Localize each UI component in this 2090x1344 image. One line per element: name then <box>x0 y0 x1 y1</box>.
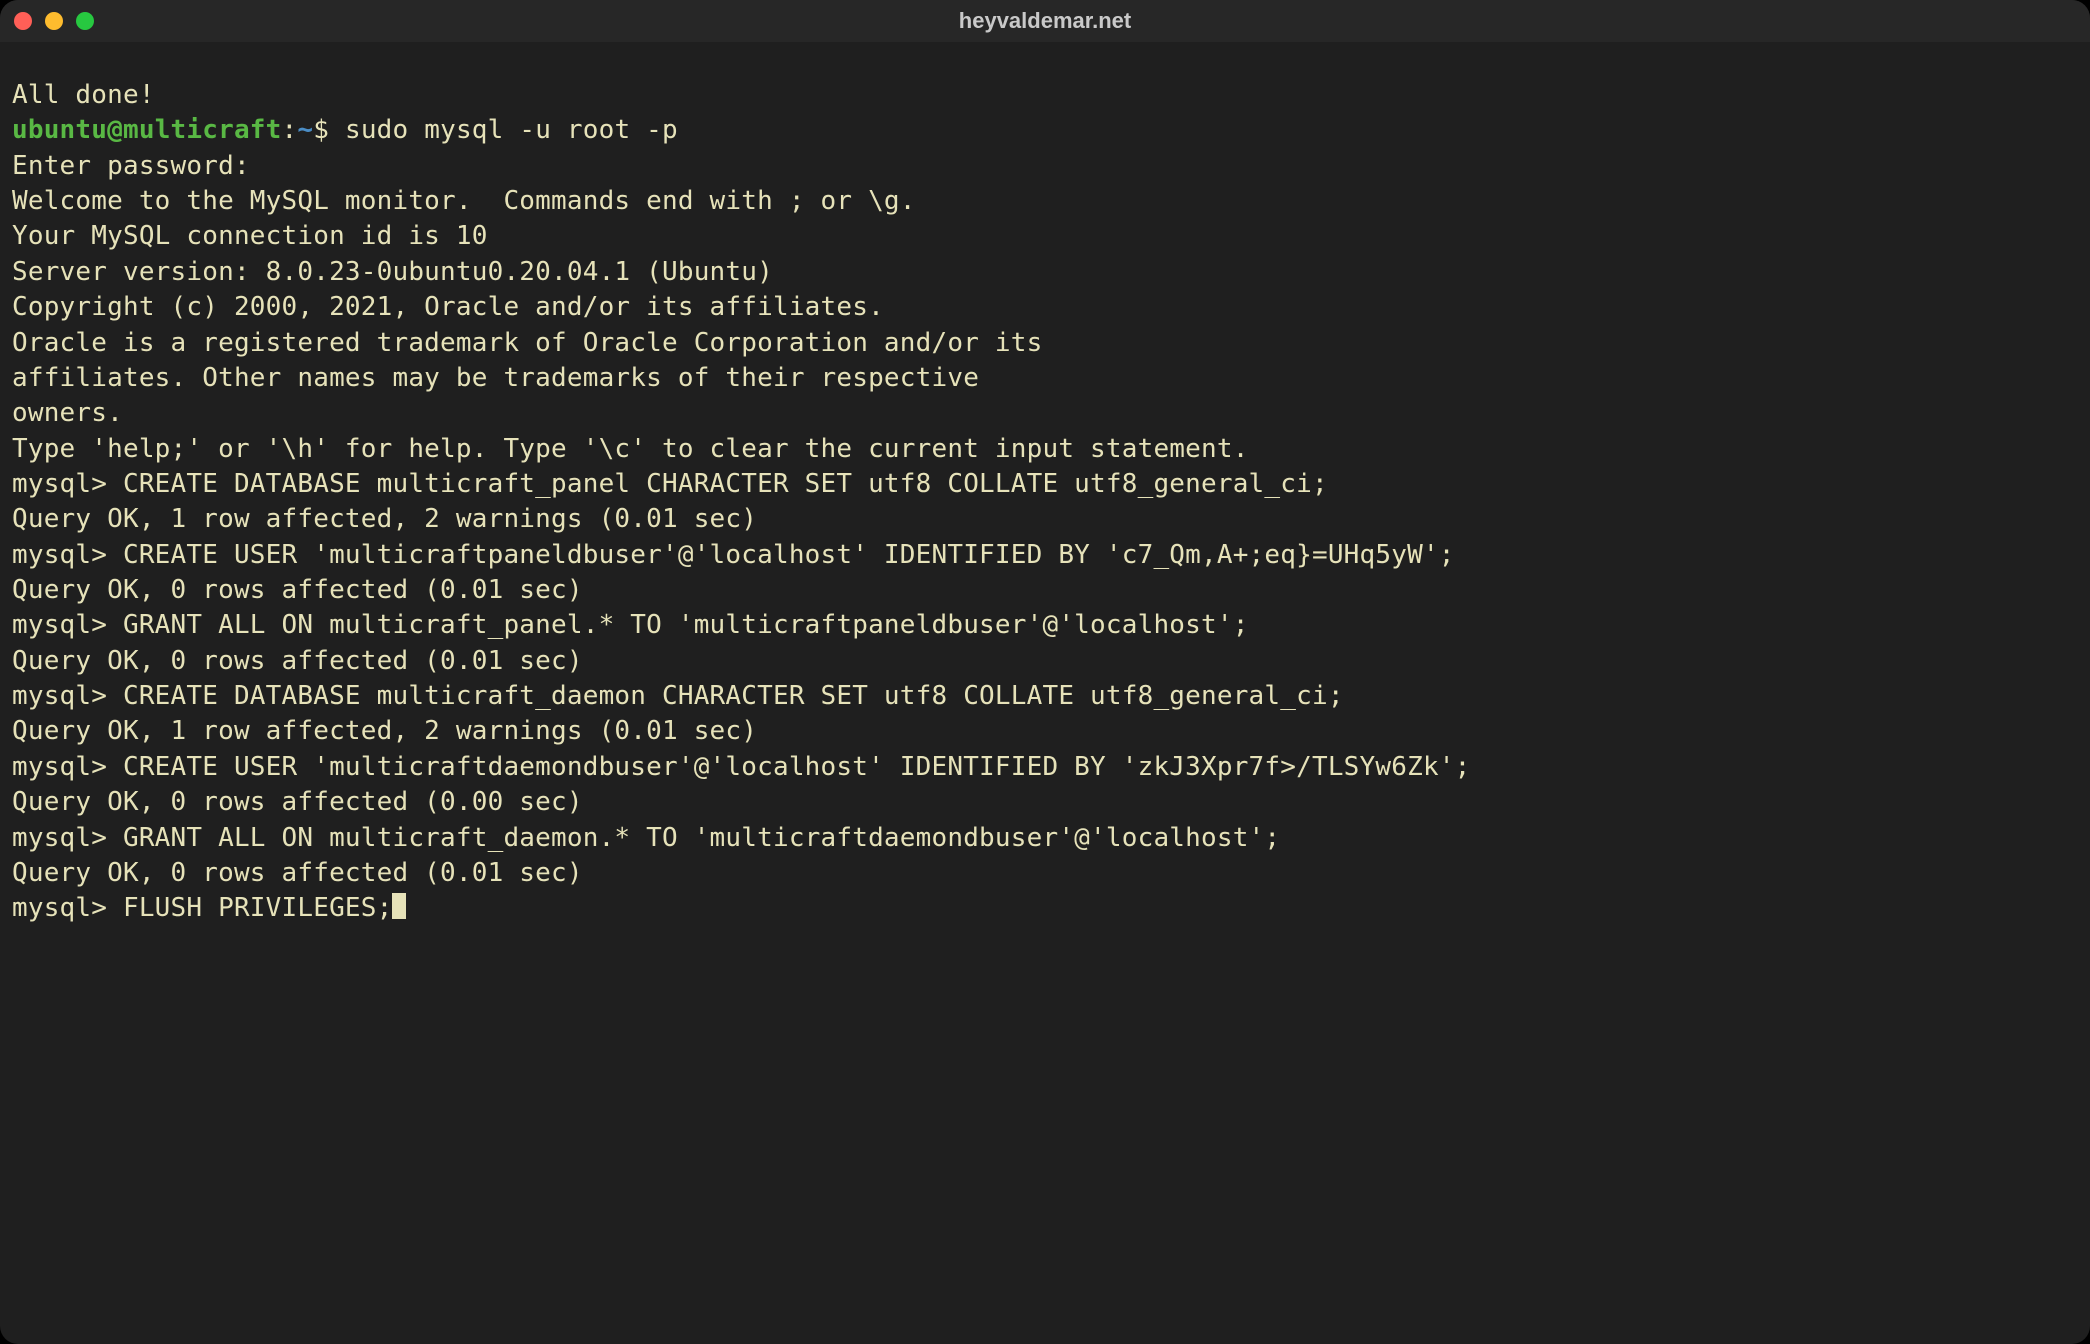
output-line: Query OK, 0 rows affected (0.01 sec) <box>12 856 2078 891</box>
output-line: mysql> CREATE DATABASE multicraft_panel … <box>12 467 2078 502</box>
prompt-host: multicraft <box>123 115 282 145</box>
maximize-icon[interactable] <box>76 12 94 30</box>
output-line: mysql> CREATE DATABASE multicraft_daemon… <box>12 679 2078 714</box>
traffic-lights <box>14 12 94 30</box>
prompt-line: ubuntu@multicraft:~$ sudo mysql -u root … <box>12 113 2078 148</box>
titlebar: heyvaldemar.net <box>0 0 2090 42</box>
output-line: Server version: 8.0.23-0ubuntu0.20.04.1 … <box>12 255 2078 290</box>
output-line: owners. <box>12 396 2078 431</box>
output-line: Copyright (c) 2000, 2021, Oracle and/or … <box>12 290 2078 325</box>
output-line: mysql> GRANT ALL ON multicraft_panel.* T… <box>12 608 2078 643</box>
terminal-body[interactable]: All done!ubuntu@multicraft:~$ sudo mysql… <box>0 42 2090 1344</box>
output-line: Your MySQL connection id is 10 <box>12 219 2078 254</box>
current-input-line: mysql> FLUSH PRIVILEGES; <box>12 891 2078 926</box>
window-title: heyvaldemar.net <box>0 8 2090 34</box>
output-line: mysql> CREATE USER 'multicraftdaemondbus… <box>12 750 2078 785</box>
output-line: Query OK, 0 rows affected (0.01 sec) <box>12 644 2078 679</box>
current-input-text: mysql> FLUSH PRIVILEGES; <box>12 893 392 923</box>
prompt-dollar: $ <box>313 115 345 145</box>
output-line: Query OK, 0 rows affected (0.00 sec) <box>12 785 2078 820</box>
output-line: Enter password: <box>12 149 2078 184</box>
minimize-icon[interactable] <box>45 12 63 30</box>
output-line: Query OK, 1 row affected, 2 warnings (0.… <box>12 714 2078 749</box>
terminal-window: heyvaldemar.net All done!ubuntu@multicra… <box>0 0 2090 1344</box>
output-line: mysql> CREATE USER 'multicraftpaneldbuse… <box>12 538 2078 573</box>
output-line: Oracle is a registered trademark of Orac… <box>12 326 2078 361</box>
prompt-at: @ <box>107 115 123 145</box>
output-line: Welcome to the MySQL monitor. Commands e… <box>12 184 2078 219</box>
output-line: mysql> GRANT ALL ON multicraft_daemon.* … <box>12 821 2078 856</box>
prompt-colon: : <box>282 115 298 145</box>
output-line: All done! <box>12 78 2078 113</box>
output-line: Query OK, 0 rows affected (0.01 sec) <box>12 573 2078 608</box>
output-line: Type 'help;' or '\h' for help. Type '\c'… <box>12 432 2078 467</box>
prompt-path: ~ <box>297 115 313 145</box>
cursor-icon <box>392 893 406 919</box>
command-text: sudo mysql -u root -p <box>345 115 678 145</box>
output-line: Query OK, 1 row affected, 2 warnings (0.… <box>12 502 2078 537</box>
output-line: affiliates. Other names may be trademark… <box>12 361 2078 396</box>
close-icon[interactable] <box>14 12 32 30</box>
prompt-user: ubuntu <box>12 115 107 145</box>
